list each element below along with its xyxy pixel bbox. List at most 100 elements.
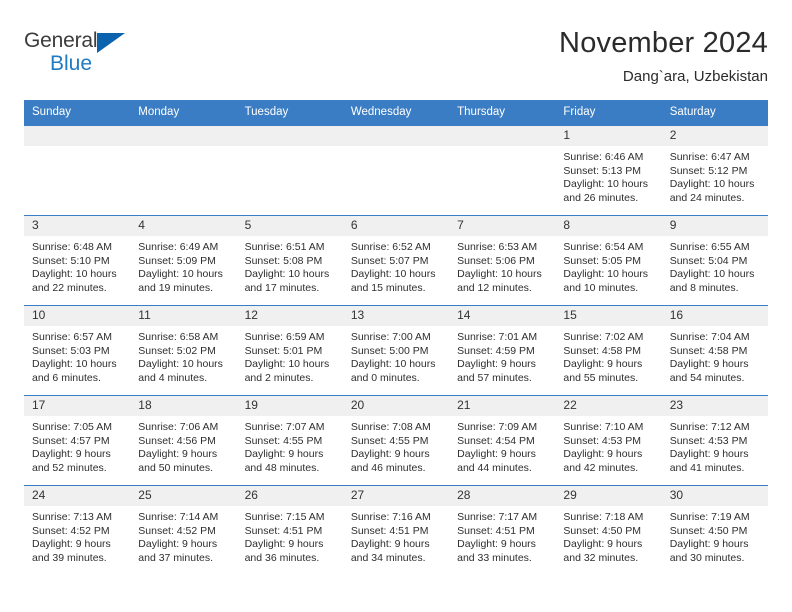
day-details: Sunrise: 6:51 AM Sunset: 5:08 PM Daylight:… — [237, 236, 343, 295]
calendar-day-cell[interactable]: 14 Sunrise: 7:01 AM Sunset: 4:59 PM Dayligh… — [449, 305, 556, 396]
daylight-text-line1: Daylight: 10 hours — [350, 268, 436, 280]
daylight-text-line2: and 34 minutes. — [350, 551, 426, 564]
calendar-day-cell[interactable]: 5 Sunrise: 6:51 AM Sunset: 5:08 PM Daylight… — [236, 215, 343, 306]
page-header: General Blue November 2024 Dang`ara, Uzb… — [24, 26, 768, 88]
sunrise-text: Sunrise: 7:00 AM — [350, 331, 431, 343]
calendar-day-cell[interactable]: 23 Sunrise: 7:12 AM Sunset: 4:53 PM Dayligh… — [661, 395, 768, 486]
calendar-day-cell[interactable]: 22 Sunrise: 7:10 AM Sunset: 4:53 PM Dayligh… — [555, 395, 662, 486]
daylight-text-line1: Daylight: 9 hours — [669, 448, 749, 460]
sunrise-text: Sunrise: 7:19 AM — [669, 511, 750, 523]
sunset-text: Sunset: 4:56 PM — [138, 434, 216, 447]
sunset-text: Sunset: 5:05 PM — [563, 254, 642, 267]
sunrise-text: Sunrise: 6:47 AM — [669, 151, 750, 163]
day-number: 12 — [236, 306, 343, 326]
daylight-text-line1: Daylight: 9 hours — [350, 448, 430, 460]
calendar-day-cell[interactable]: 24 Sunrise: 7:13 AM Sunset: 4:52 PM Dayligh… — [24, 485, 131, 576]
day-number: 1 — [555, 126, 662, 146]
sunrise-text: Sunrise: 7:12 AM — [669, 421, 750, 433]
daylight-text-line1: Daylight: 9 hours — [563, 448, 643, 460]
calendar-day-cell[interactable]: 19 Sunrise: 7:07 AM Sunset: 4:55 PM Dayligh… — [236, 395, 343, 486]
day-number: 27 — [342, 486, 450, 506]
sunrise-text: Sunrise: 7:04 AM — [669, 331, 750, 343]
daylight-text-line2: and 6 minutes. — [32, 371, 101, 384]
day-number: 15 — [555, 306, 662, 326]
daylight-text-line2: and 15 minutes. — [350, 281, 426, 294]
daylight-text-line2: and 26 minutes. — [563, 191, 639, 204]
day-number: 29 — [555, 486, 662, 506]
calendar-day-cell-empty — [24, 125, 131, 216]
sunrise-sunset-calendar: Sunday Monday Tuesday Wednesday Thursday… — [24, 100, 768, 576]
calendar-day-cell[interactable]: 8 Sunrise: 6:54 AM Sunset: 5:05 PM Daylight… — [555, 215, 662, 306]
day-number: 25 — [130, 486, 237, 506]
calendar-day-cell[interactable]: 16 Sunrise: 7:04 AM Sunset: 4:58 PM Dayligh… — [661, 305, 768, 396]
daylight-text-line1: Daylight: 10 hours — [32, 358, 117, 370]
sunset-text: Sunset: 5:12 PM — [669, 164, 748, 177]
calendar-day-cell[interactable]: 18 Sunrise: 7:06 AM Sunset: 4:56 PM Dayligh… — [130, 395, 237, 486]
calendar-day-cell[interactable]: 29 Sunrise: 7:18 AM Sunset: 4:50 PM Dayligh… — [555, 485, 662, 576]
sunrise-text: Sunrise: 7:06 AM — [138, 421, 219, 433]
day-details: Sunrise: 7:10 AM Sunset: 4:53 PM Daylight:… — [555, 416, 661, 475]
weekday-header-monday: Monday — [130, 100, 237, 126]
day-number: 18 — [130, 396, 237, 416]
calendar-day-cell[interactable]: 10 Sunrise: 6:57 AM Sunset: 5:03 PM Dayligh… — [24, 305, 131, 396]
calendar-day-cell-empty — [342, 125, 450, 216]
day-number: 16 — [661, 306, 768, 326]
daylight-text-line2: and 48 minutes. — [244, 461, 320, 474]
sunrise-text: Sunrise: 7:18 AM — [563, 511, 644, 523]
calendar-day-cell[interactable]: 9 Sunrise: 6:55 AM Sunset: 5:04 PM Daylight… — [661, 215, 768, 306]
daylight-text-line2: and 44 minutes. — [457, 461, 532, 474]
calendar-day-cell[interactable]: 25 Sunrise: 7:14 AM Sunset: 4:52 PM Dayligh… — [130, 485, 237, 576]
general-blue-logo[interactable]: General Blue — [24, 26, 144, 78]
calendar-day-cell[interactable]: 15 Sunrise: 7:02 AM Sunset: 4:58 PM Dayligh… — [555, 305, 662, 396]
sunrise-text: Sunrise: 7:13 AM — [32, 511, 112, 523]
calendar-week-row: 3 Sunrise: 6:48 AM Sunset: 5:10 PM Daylight… — [24, 215, 768, 306]
sunset-text: Sunset: 5:09 PM — [138, 254, 216, 267]
calendar-day-cell[interactable]: 28 Sunrise: 7:17 AM Sunset: 4:51 PM Dayligh… — [449, 485, 556, 576]
day-details: Sunrise: 7:15 AM Sunset: 4:51 PM Daylight:… — [237, 506, 343, 565]
sunrise-text: Sunrise: 6:48 AM — [32, 241, 112, 253]
sunrise-text: Sunrise: 6:49 AM — [138, 241, 219, 253]
day-number: 20 — [342, 396, 450, 416]
daylight-text-line1: Daylight: 10 hours — [244, 268, 330, 280]
calendar-day-cell[interactable]: 20 Sunrise: 7:08 AM Sunset: 4:55 PM Dayligh… — [342, 395, 450, 486]
daylight-text-line2: and 50 minutes. — [138, 461, 213, 474]
day-number: 30 — [661, 486, 768, 506]
sunset-text: Sunset: 4:50 PM — [669, 524, 748, 537]
calendar-day-cell[interactable]: 7 Sunrise: 6:53 AM Sunset: 5:06 PM Daylight… — [449, 215, 556, 306]
day-number: 4 — [130, 216, 237, 236]
day-number: 13 — [342, 306, 450, 326]
daylight-text-line2: and 55 minutes. — [563, 371, 639, 384]
calendar-day-cell[interactable]: 11 Sunrise: 6:58 AM Sunset: 5:02 PM Dayligh… — [130, 305, 237, 396]
calendar-day-cell[interactable]: 30 Sunrise: 7:19 AM Sunset: 4:50 PM Dayligh… — [661, 485, 768, 576]
day-number: 3 — [24, 216, 131, 236]
calendar-day-cell[interactable]: 3 Sunrise: 6:48 AM Sunset: 5:10 PM Daylight… — [24, 215, 131, 306]
calendar-day-cell[interactable]: 27 Sunrise: 7:16 AM Sunset: 4:51 PM Dayligh… — [342, 485, 450, 576]
sunrise-text: Sunrise: 7:07 AM — [244, 421, 325, 433]
daylight-text-line1: Daylight: 10 hours — [669, 178, 755, 190]
daylight-text-line1: Daylight: 10 hours — [244, 358, 330, 370]
sunset-text: Sunset: 5:07 PM — [350, 254, 429, 267]
calendar-day-cell[interactable]: 6 Sunrise: 6:52 AM Sunset: 5:07 PM Daylight… — [342, 215, 450, 306]
day-details: Sunrise: 6:54 AM Sunset: 5:05 PM Daylight:… — [555, 236, 661, 295]
calendar-day-cell[interactable]: 21 Sunrise: 7:09 AM Sunset: 4:54 PM Dayligh… — [449, 395, 556, 486]
calendar-body: 1 Sunrise: 6:46 AM Sunset: 5:13 PM Daylight… — [24, 125, 768, 576]
day-number: 23 — [661, 396, 768, 416]
daylight-text-line2: and 32 minutes. — [563, 551, 639, 564]
calendar-day-cell[interactable]: 17 Sunrise: 7:05 AM Sunset: 4:57 PM Dayligh… — [24, 395, 131, 486]
calendar-day-cell[interactable]: 2 Sunrise: 6:47 AM Sunset: 5:12 PM Daylight… — [661, 125, 768, 216]
daylight-text-line1: Daylight: 10 hours — [138, 268, 223, 280]
daylight-text-line1: Daylight: 10 hours — [32, 268, 117, 280]
calendar-day-cell[interactable]: 12 Sunrise: 6:59 AM Sunset: 5:01 PM Dayligh… — [236, 305, 343, 396]
calendar-day-cell[interactable]: 13 Sunrise: 7:00 AM Sunset: 5:00 PM Dayligh… — [342, 305, 450, 396]
day-number: 6 — [342, 216, 450, 236]
calendar-day-cell[interactable]: 26 Sunrise: 7:15 AM Sunset: 4:51 PM Dayligh… — [236, 485, 343, 576]
sunset-text: Sunset: 5:04 PM — [669, 254, 748, 267]
sunrise-text: Sunrise: 6:51 AM — [244, 241, 325, 253]
daylight-text-line2: and 2 minutes. — [244, 371, 314, 384]
day-details: Sunrise: 6:48 AM Sunset: 5:10 PM Daylight:… — [24, 236, 130, 295]
calendar-day-cell[interactable]: 4 Sunrise: 6:49 AM Sunset: 5:09 PM Daylight… — [130, 215, 237, 306]
calendar-day-cell[interactable]: 1 Sunrise: 6:46 AM Sunset: 5:13 PM Daylight… — [555, 125, 662, 216]
calendar-week-row: 10 Sunrise: 6:57 AM Sunset: 5:03 PM Dayligh… — [24, 305, 768, 396]
daylight-text-line1: Daylight: 9 hours — [138, 538, 218, 550]
day-details: Sunrise: 7:17 AM Sunset: 4:51 PM Daylight:… — [449, 506, 555, 565]
